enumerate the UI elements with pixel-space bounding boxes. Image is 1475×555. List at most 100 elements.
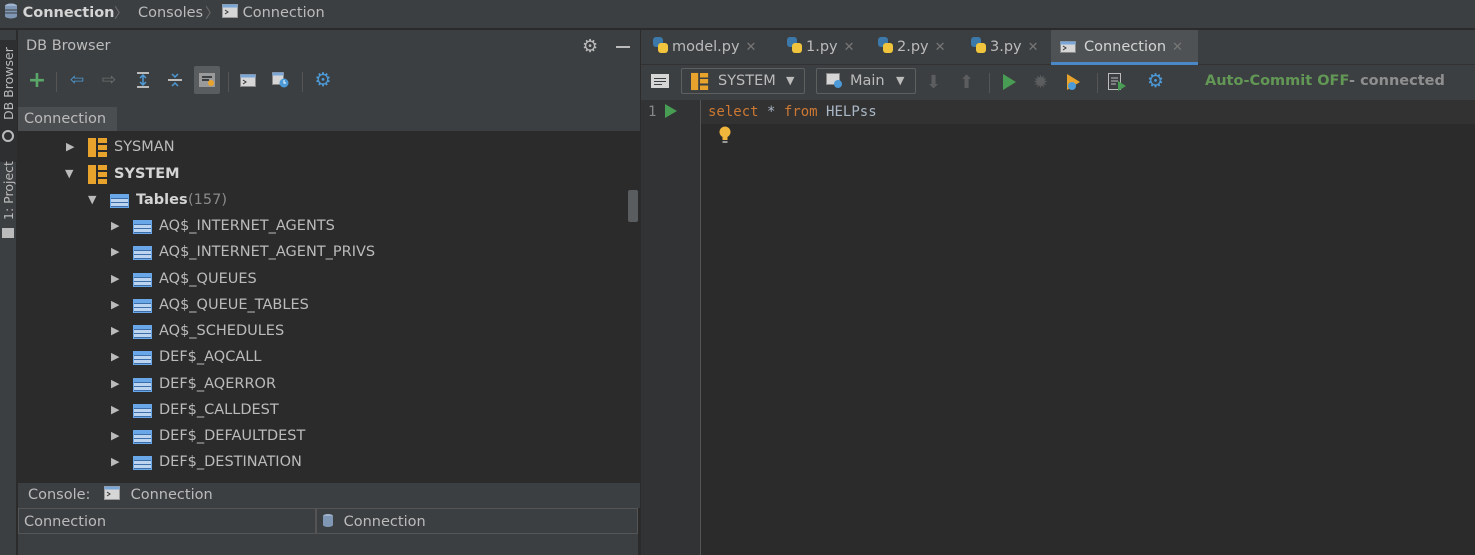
breadcrumb-item-consoles[interactable]: Consoles <box>138 3 203 23</box>
collapse-arrow-icon[interactable]: ▼ <box>88 193 96 206</box>
sql-keyword: select <box>708 104 759 120</box>
commit-icon[interactable]: ⬇ <box>926 72 941 93</box>
tree-node-table[interactable]: ▶ AQ$_QUEUES <box>18 267 618 293</box>
db-browser-panel: DB Browser ⚙ + ⇦ ⇨ ⚙ Connection ▶ SYSMAN… <box>18 30 640 555</box>
tree-node-table[interactable]: ▶ DEF$_AQCALL <box>18 345 618 371</box>
add-connection-button[interactable]: + <box>24 66 50 94</box>
tab-label: 3.py <box>990 39 1022 55</box>
forward-arrow-icon[interactable]: ⇨ <box>96 66 122 94</box>
back-arrow-icon[interactable]: ⇦ <box>64 66 90 94</box>
connection-tab[interactable]: Connection <box>18 107 117 131</box>
database-icon <box>5 3 17 19</box>
settings-icon[interactable]: ⚙ <box>1147 70 1164 92</box>
tree-node-tables-folder[interactable]: ▼ Tables (157) <box>18 188 618 214</box>
schema-select[interactable]: SYSTEM ▼ <box>681 68 805 94</box>
breadcrumb-item-connection[interactable]: Connection <box>4 3 114 23</box>
collapse-all-button[interactable] <box>162 66 188 94</box>
session-select[interactable]: Main ▼ <box>816 68 916 94</box>
expand-arrow-icon[interactable]: ▶ <box>111 350 119 363</box>
settings-icon[interactable]: ⚙ <box>310 66 336 94</box>
execution-history-button[interactable] <box>1107 72 1127 96</box>
expand-arrow-icon[interactable]: ▶ <box>66 140 74 153</box>
execute-button[interactable] <box>1001 73 1017 95</box>
expand-arrow-icon[interactable]: ▶ <box>111 298 119 311</box>
expand-arrow-icon[interactable]: ▶ <box>111 219 119 232</box>
expand-all-icon <box>137 72 149 88</box>
breadcrumb-item-console[interactable]: Connection <box>222 3 325 23</box>
tree-node-schema[interactable]: ▶ SYSMAN <box>18 135 618 161</box>
schema-icon <box>88 165 108 184</box>
tree-node-table[interactable]: ▶ AQ$_INTERNET_AGENTS <box>18 214 618 240</box>
history-run-icon <box>1108 73 1126 91</box>
expand-arrow-icon[interactable]: ▶ <box>111 377 119 390</box>
expand-all-button[interactable] <box>130 66 156 94</box>
minimize-icon[interactable] <box>616 46 630 48</box>
play-icon <box>1003 74 1016 90</box>
tab-3-py[interactable]: 3.py ✕ <box>971 30 1039 64</box>
console-value[interactable]: Connection <box>104 486 213 503</box>
run-statement-icon[interactable] <box>664 103 678 123</box>
expand-arrow-icon[interactable]: ▶ <box>111 324 119 337</box>
tree-node-table[interactable]: ▶ AQ$_QUEUE_TABLES <box>18 293 618 319</box>
tree-node-table[interactable]: ▶ AQ$_SCHEDULES <box>18 319 618 345</box>
search-db-icon <box>2 130 14 142</box>
session-icon <box>826 73 842 88</box>
collapse-arrow-icon[interactable]: ▼ <box>65 167 73 180</box>
filter-toggle-button[interactable] <box>194 66 220 94</box>
breadcrumb-label: Consoles <box>138 5 204 21</box>
tab-1-py[interactable]: 1.py ✕ <box>787 30 855 64</box>
tree-scrollbar-thumb[interactable] <box>628 190 638 222</box>
editor-gutter: 1 <box>641 100 701 555</box>
lightbulb-icon[interactable] <box>718 126 732 148</box>
session-select-value: Main <box>850 73 885 89</box>
sql-keyword: from <box>783 104 818 120</box>
panel-title: DB Browser <box>26 38 111 54</box>
gear-icon[interactable]: ⚙ <box>582 36 598 57</box>
tree-node-table[interactable]: ▶ DEF$_AQERROR <box>18 372 618 398</box>
tree-node-table[interactable]: ▶ DEF$_DESTINATION <box>18 450 618 476</box>
close-icon[interactable]: ✕ <box>746 40 757 55</box>
table-cell: Connection <box>316 508 638 534</box>
table-icon <box>133 246 152 260</box>
tree-node-table[interactable]: ▶ DEF$_CALLDEST <box>18 398 618 424</box>
tool-tab-project[interactable]: 1: Project <box>0 161 17 242</box>
close-icon[interactable]: ✕ <box>935 40 946 55</box>
tool-tab-db-browser[interactable]: DB Browser <box>0 40 17 162</box>
expand-arrow-icon[interactable]: ▶ <box>111 272 119 285</box>
console-icon <box>104 486 120 500</box>
tree-node-label: SYSMAN <box>114 139 175 155</box>
close-icon[interactable]: ✕ <box>1172 40 1183 55</box>
close-icon[interactable]: ✕ <box>844 40 855 55</box>
tree-node-table[interactable]: ▶ DEF$_DEFAULTDEST <box>18 424 618 450</box>
tab-label: Connection <box>1084 39 1167 55</box>
tab-2-py[interactable]: 2.py ✕ <box>878 30 946 64</box>
open-console-button[interactable] <box>236 66 262 94</box>
python-file-icon <box>878 37 893 53</box>
console-history-button[interactable] <box>268 66 294 94</box>
code-line[interactable]: select * from HELPss <box>708 104 877 120</box>
table-icon <box>133 273 152 287</box>
tool-window-strip: DB Browser 1: Project <box>0 30 17 555</box>
tab-label: 2.py <box>897 39 929 55</box>
tab-connection[interactable]: Connection ✕ <box>1051 30 1198 65</box>
close-icon[interactable]: ✕ <box>1028 40 1039 55</box>
table-icon <box>133 378 152 392</box>
explain-plan-button[interactable] <box>1064 72 1084 96</box>
tree-node-schema[interactable]: ▼ SYSTEM <box>18 162 618 188</box>
tab-model-py[interactable]: model.py ✕ <box>653 30 756 64</box>
sql-editor[interactable]: 1 select * from HELPss <box>641 100 1475 555</box>
tree-node-table[interactable]: ▶ AQ$_INTERNET_AGENT_PRIVS <box>18 240 618 266</box>
python-file-icon <box>653 37 668 53</box>
rollback-icon[interactable]: ⬆ <box>959 72 974 93</box>
expand-arrow-icon[interactable]: ▶ <box>111 429 119 442</box>
debug-icon[interactable]: ✹ <box>1033 72 1048 93</box>
expand-arrow-icon[interactable]: ▶ <box>111 455 119 468</box>
tool-tab-label: DB Browser <box>1 47 16 120</box>
expand-arrow-icon[interactable]: ▶ <box>111 403 119 416</box>
editor-format-icon[interactable] <box>651 74 669 88</box>
chevron-right-icon: 〉 <box>114 6 128 22</box>
expand-arrow-icon[interactable]: ▶ <box>111 245 119 258</box>
filter-icon <box>199 73 215 87</box>
chevron-right-icon: 〉 <box>205 6 219 22</box>
table-icon <box>133 456 152 470</box>
